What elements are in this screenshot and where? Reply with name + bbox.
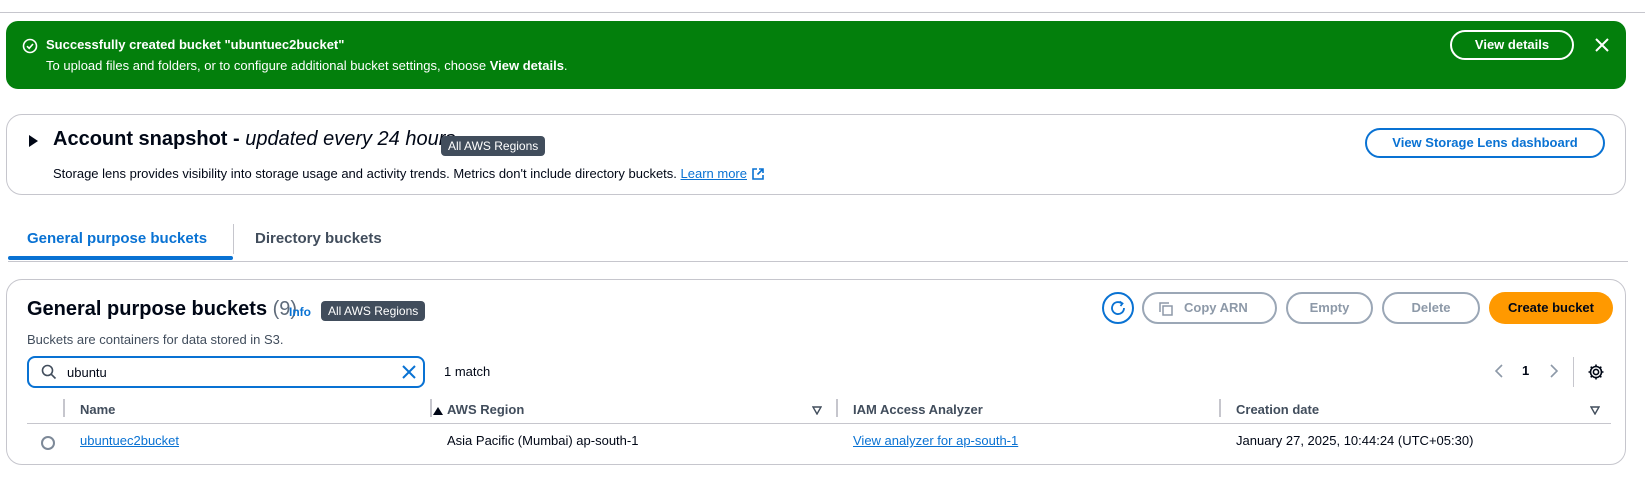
info-link[interactable]: Info: [289, 305, 311, 319]
clear-search-icon[interactable]: [401, 364, 417, 380]
empty-button[interactable]: Empty: [1286, 292, 1373, 324]
delete-button[interactable]: Delete: [1382, 292, 1480, 324]
create-bucket-button[interactable]: Create bucket: [1489, 292, 1613, 324]
tab-general-purpose-buckets[interactable]: General purpose buckets: [27, 230, 207, 247]
chevron-left-icon[interactable]: [1494, 364, 1504, 378]
search-input[interactable]: ubuntu: [27, 356, 425, 388]
buckets-title-text: General purpose buckets: [27, 298, 268, 320]
refresh-icon: [1111, 300, 1125, 315]
view-details-button[interactable]: View details: [1450, 30, 1574, 60]
snapshot-title-text: Account snapshot -: [53, 128, 246, 150]
sort-icon[interactable]: [1590, 406, 1600, 415]
buckets-description: Buckets are containers for data stored i…: [27, 332, 284, 347]
check-circle-icon: [22, 38, 38, 54]
external-link-icon[interactable]: [751, 167, 765, 181]
snapshot-desc-text: Storage lens provides visibility into st…: [53, 166, 681, 181]
bucket-name-link[interactable]: ubuntuec2bucket: [80, 433, 179, 448]
column-header-creation-date[interactable]: Creation date: [1236, 402, 1319, 417]
account-snapshot-panel: Account snapshot - updated every 24 hour…: [6, 114, 1626, 195]
flash-title: Successfully created bucket "ubuntuec2bu…: [46, 37, 345, 52]
expand-caret-icon[interactable]: [29, 135, 38, 147]
regions-badge: All AWS Regions: [441, 136, 546, 156]
search-value: ubuntu: [67, 365, 107, 380]
refresh-button[interactable]: [1102, 292, 1134, 324]
flash-desc-suffix: .: [563, 58, 568, 73]
view-analyzer-link[interactable]: View analyzer for ap-south-1: [853, 433, 1018, 448]
copy-arn-label: Copy ARN: [1184, 300, 1248, 315]
view-storage-lens-button[interactable]: View Storage Lens dashboard: [1365, 128, 1605, 158]
gear-icon[interactable]: [1587, 363, 1605, 381]
column-separator[interactable]: [1219, 399, 1221, 417]
account-snapshot-title: Account snapshot - updated every 24 hour…: [53, 128, 455, 151]
snapshot-title-italic: updated every 24 hours: [245, 128, 456, 150]
flash-desc-bold: View details: [489, 58, 564, 73]
active-tab-indicator: [8, 256, 233, 260]
close-icon[interactable]: [1592, 35, 1612, 55]
column-header-iam-analyzer[interactable]: IAM Access Analyzer: [853, 402, 983, 417]
buckets-table-panel: General purpose buckets (9) Info All AWS…: [6, 279, 1626, 465]
table-header-divider: [27, 423, 1611, 424]
page-number[interactable]: 1: [1522, 363, 1529, 378]
match-count: 1 match: [444, 364, 491, 379]
pager-separator: [1573, 357, 1574, 387]
column-separator[interactable]: [836, 399, 838, 417]
column-header-name[interactable]: Name: [80, 402, 115, 417]
buckets-title: General purpose buckets (9): [27, 298, 297, 321]
top-divider: [0, 12, 1645, 13]
tabs-divider: [8, 261, 1628, 262]
flash-description: To upload files and folders, or to confi…: [46, 58, 568, 73]
tab-directory-buckets[interactable]: Directory buckets: [255, 230, 382, 247]
flash-desc-text: To upload files and folders, or to confi…: [46, 58, 490, 73]
column-separator[interactable]: [430, 399, 432, 417]
copy-icon: [1159, 302, 1173, 316]
bucket-creation-date: January 27, 2025, 10:44:24 (UTC+05:30): [1236, 433, 1474, 448]
chevron-right-icon[interactable]: [1549, 364, 1559, 378]
learn-more-link[interactable]: Learn more: [681, 166, 747, 181]
row-select-radio[interactable]: [41, 436, 55, 450]
sort-icon[interactable]: [812, 406, 822, 415]
success-flash-banner: Successfully created bucket "ubuntuec2bu…: [6, 21, 1626, 89]
column-separator: [63, 399, 65, 417]
bucket-region: Asia Pacific (Mumbai) ap-south-1: [447, 433, 639, 448]
copy-arn-button[interactable]: Copy ARN: [1142, 292, 1277, 324]
tab-separator: [233, 224, 234, 254]
sort-ascending-icon[interactable]: [433, 407, 443, 415]
column-header-region[interactable]: AWS Region: [447, 402, 524, 417]
regions-badge: All AWS Regions: [321, 301, 426, 321]
search-icon: [41, 364, 57, 380]
snapshot-description: Storage lens provides visibility into st…: [53, 166, 765, 181]
